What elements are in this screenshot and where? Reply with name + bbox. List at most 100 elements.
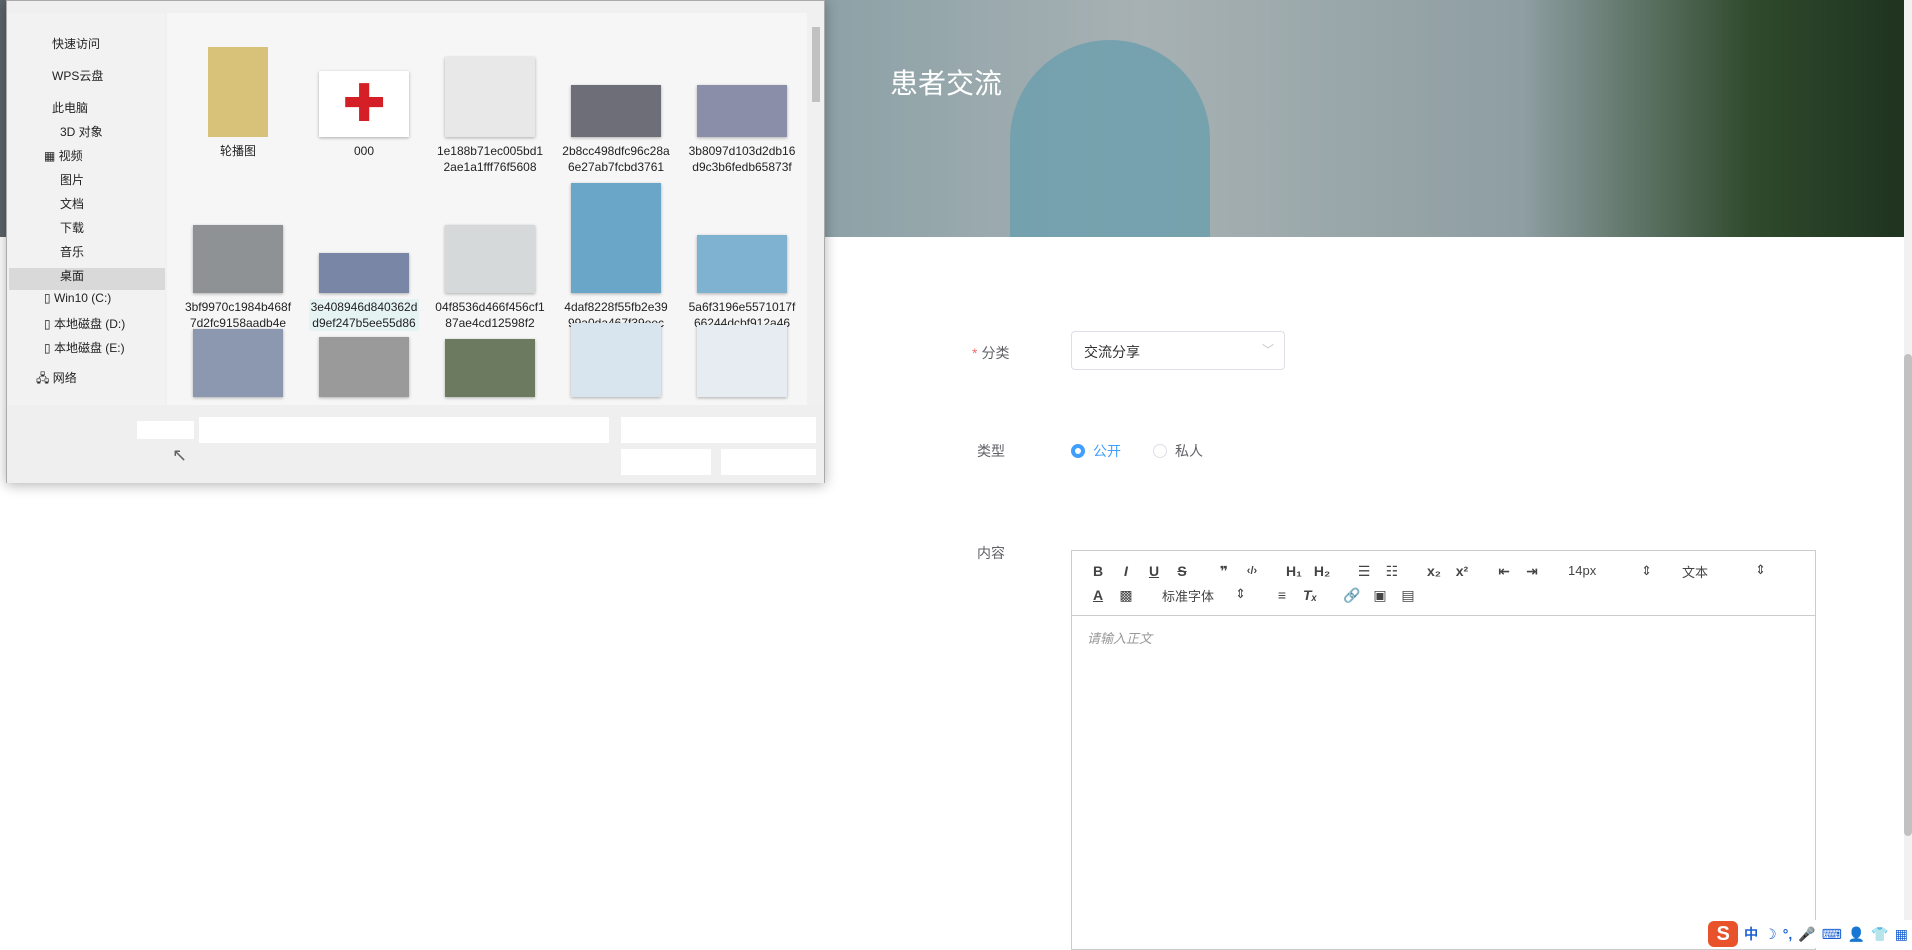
bullet-list-icon[interactable]: ☷ xyxy=(1378,563,1406,580)
file-item[interactable]: ✚ 000 xyxy=(309,71,419,159)
punctuation-icon[interactable]: °, xyxy=(1783,926,1793,942)
microphone-icon[interactable]: 🎤 xyxy=(1798,926,1815,943)
code-block-icon[interactable]: ‹/› xyxy=(1238,565,1266,577)
type-label: 类型 xyxy=(977,443,1005,459)
image-thumbnail xyxy=(319,253,409,293)
file-grid-scrollbar[interactable] xyxy=(809,13,823,405)
nav-item[interactable]: 音乐 xyxy=(60,243,84,260)
network-icon: 🖧 xyxy=(36,371,53,385)
user-icon[interactable]: 👤 xyxy=(1848,926,1865,943)
folder-icon xyxy=(208,47,268,137)
align-icon[interactable]: ≡ xyxy=(1268,587,1296,603)
cancel-button[interactable] xyxy=(721,449,816,475)
category-select[interactable]: 交流分享 ﹀ xyxy=(1071,331,1285,370)
file-item[interactable]: 9b8e7417f1f0fb xyxy=(435,339,545,405)
nav-item[interactable]: 快速访问 xyxy=(52,35,100,52)
file-item[interactable]: 2b8cc498dfc96c28a6e27ab7fcbd3761 xyxy=(561,85,671,175)
image-thumbnail xyxy=(445,339,535,397)
moon-icon[interactable]: ☽ xyxy=(1764,926,1777,943)
keyboard-icon[interactable]: ⌨ xyxy=(1822,926,1842,943)
ordered-list-icon[interactable]: ☰ xyxy=(1350,563,1378,580)
image-thumbnail xyxy=(445,57,535,137)
scrollbar-thumb[interactable] xyxy=(812,27,820,102)
file-item[interactable]: 04f8536d466f456cf187ae4cd12598f2 xyxy=(435,225,545,331)
nav-item[interactable]: 3D 对象 xyxy=(60,123,103,140)
image-thumbnail xyxy=(697,85,787,137)
link-icon[interactable]: 🔗 xyxy=(1338,587,1366,604)
nav-item[interactable]: 🖧 网络 xyxy=(36,369,77,390)
drive-icon: ▯ xyxy=(44,341,54,355)
file-item[interactable]: 8befd3be1cb2d xyxy=(309,337,419,405)
file-item[interactable]: 4daf8228f55fb2e3999a0da467f39eec xyxy=(561,183,671,331)
open-button[interactable] xyxy=(621,449,711,475)
nav-item[interactable]: 下载 xyxy=(60,219,84,236)
clear-format-icon[interactable]: Tₓ xyxy=(1296,587,1324,603)
nav-item[interactable]: ▯ 本地磁盘 (D:) xyxy=(44,315,125,332)
file-item[interactable]: 5c73fc1d4065f0 xyxy=(183,329,293,405)
nav-item[interactable]: ▦ 视频 xyxy=(44,147,83,164)
nav-item[interactable]: 此电脑 xyxy=(52,99,88,116)
radio-private[interactable]: 私人 xyxy=(1153,441,1203,461)
filename-label-box xyxy=(137,421,194,439)
editor-body[interactable]: 请输入正文 xyxy=(1072,616,1815,659)
nav-item[interactable]: ▯ 本地磁盘 (E:) xyxy=(44,339,125,356)
subscript-icon[interactable]: x₂ xyxy=(1420,563,1448,579)
category-label: * 分类 xyxy=(972,345,1010,361)
header-select[interactable]: 文本 ⇕ xyxy=(1674,562,1774,581)
scrollbar-thumb[interactable] xyxy=(1904,354,1912,836)
image-thumbnail xyxy=(697,235,787,293)
file-item[interactable]: 5a6f3196e5571017f66244dcbf912a46 xyxy=(687,235,797,331)
superscript-icon[interactable]: x² xyxy=(1448,563,1476,579)
page-scrollbar[interactable] xyxy=(1904,0,1912,948)
mouse-cursor-icon: ↖ xyxy=(172,445,188,465)
skin-icon[interactable]: 👕 xyxy=(1871,926,1888,943)
file-name: 3b8097d103d2db16d9c3b6fedb65873f xyxy=(688,144,796,174)
file-item[interactable]: 轮播图 xyxy=(183,47,293,159)
image-thumbnail xyxy=(571,183,661,293)
file-item[interactable]: 3bf9970c1984b468f7d2fc9158aadb4e xyxy=(183,225,293,331)
nav-item[interactable]: ▯ Win10 (C:) xyxy=(44,291,111,305)
video-folder-icon: ▦ xyxy=(44,149,59,163)
image-thumbnail xyxy=(571,85,661,137)
file-name: 2b8cc498dfc96c28a6e27ab7fcbd3761 xyxy=(562,144,670,174)
file-item[interactable]: 58bd48dddd94 xyxy=(687,325,797,405)
drive-icon: ▯ xyxy=(44,317,54,331)
strike-icon[interactable]: S xyxy=(1168,563,1196,579)
image-thumbnail xyxy=(571,323,661,397)
file-item[interactable]: 18c07a7acd528 xyxy=(561,323,671,405)
text-color-icon[interactable]: A xyxy=(1084,587,1112,603)
outdent-icon[interactable]: ⇤ xyxy=(1490,563,1518,580)
file-type-select[interactable] xyxy=(621,417,816,443)
font-family-select[interactable]: 标准字体 ⇕ xyxy=(1154,586,1254,605)
bold-icon[interactable]: B xyxy=(1084,563,1112,579)
header2-icon[interactable]: H₂ xyxy=(1308,563,1336,579)
background-color-icon[interactable]: ▩ xyxy=(1112,587,1140,604)
file-item[interactable]: 3b8097d103d2db16d9c3b6fedb65873f xyxy=(687,85,797,175)
filename-input[interactable] xyxy=(199,417,609,443)
ime-toolbar: S 中 ☽ °, 🎤 ⌨ 👤 👕 ▦ xyxy=(1704,920,1912,948)
file-name: 04f8536d466f456cf187ae4cd12598f2 xyxy=(435,300,545,330)
nav-item[interactable]: 桌面 xyxy=(60,267,84,284)
image-thumbnail xyxy=(697,325,787,397)
navigation-pane: 快速访问 WPS云盘此电脑 3D 对象 ▦ 视频图片文档下载音乐桌面 ▯ Win10 (… xyxy=(7,13,165,405)
radio-public[interactable]: 公开 xyxy=(1071,441,1121,461)
underline-icon[interactable]: U xyxy=(1140,563,1168,579)
header1-icon[interactable]: H₁ xyxy=(1280,563,1308,579)
video-icon[interactable]: ▤ xyxy=(1394,587,1422,604)
file-name: 1e188b71ec005bd12ae1a1fff76f5608 xyxy=(436,144,544,174)
italic-icon[interactable]: I xyxy=(1112,563,1140,579)
indent-icon[interactable]: ⇥ xyxy=(1518,563,1546,580)
blockquote-icon[interactable]: ❞ xyxy=(1210,563,1238,580)
file-open-dialog: 快速访问 WPS云盘此电脑 3D 对象 ▦ 视频图片文档下载音乐桌面 ▯ Win10 (… xyxy=(6,0,825,483)
image-thumbnail xyxy=(193,329,283,397)
nav-item[interactable]: 文档 xyxy=(60,195,84,212)
nav-item[interactable]: WPS云盘 xyxy=(52,67,103,84)
font-size-select[interactable]: 14px ⇕ xyxy=(1560,563,1660,579)
image-icon[interactable]: ▣ xyxy=(1366,587,1394,604)
file-item[interactable]: 1e188b71ec005bd12ae1a1fff76f5608 xyxy=(435,57,545,175)
ime-chinese-mode[interactable]: 中 xyxy=(1744,924,1758,944)
apps-icon[interactable]: ▦ xyxy=(1895,926,1908,943)
nav-item[interactable]: 图片 xyxy=(60,171,84,188)
file-item[interactable]: 3e408946d840362dd9ef247b5ee55d86 xyxy=(309,253,419,331)
page-title: 患者交流 xyxy=(890,68,1003,99)
